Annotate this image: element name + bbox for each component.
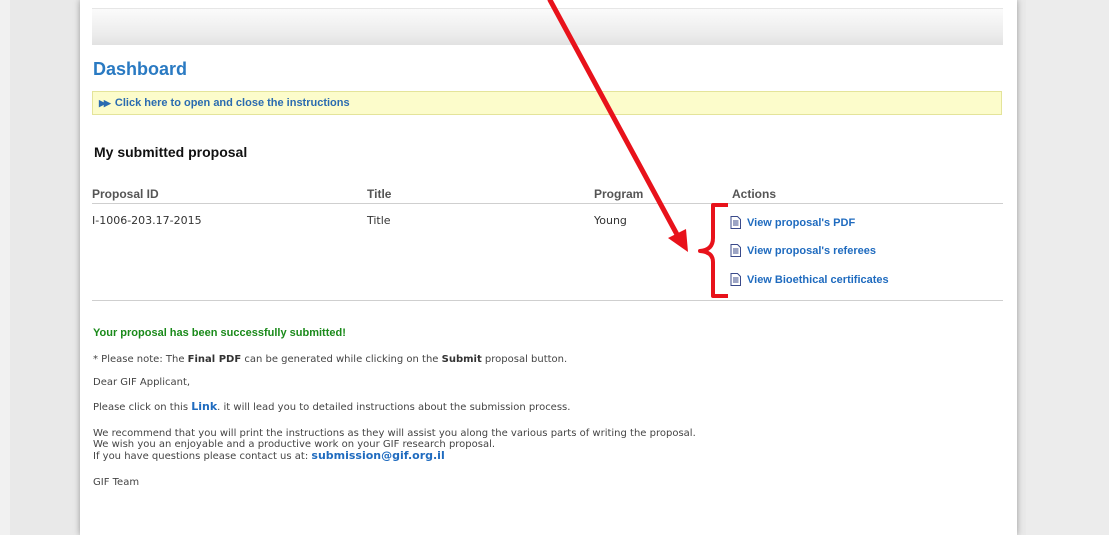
greeting-text: Dear GIF Applicant, xyxy=(93,377,191,388)
column-header-actions: Actions xyxy=(732,187,777,201)
note-middle: can be generated while clicking on the xyxy=(241,354,442,365)
proposal-id-cell: I-1006-203.17-2015 xyxy=(92,214,202,227)
note-final-pdf: Final PDF xyxy=(187,354,242,365)
note-suffix: proposal button. xyxy=(481,354,568,365)
row-divider xyxy=(92,300,1003,301)
document-icon xyxy=(730,244,741,257)
contact-email-link[interactable]: submission@gif.org.il xyxy=(311,449,444,462)
column-header-proposal-id: Proposal ID xyxy=(92,187,159,201)
view-referees-link[interactable]: View proposal's referees xyxy=(730,244,876,257)
contact-line: If you have questions please contact us … xyxy=(93,450,696,462)
recommend-line-1: We recommend that you will print the ins… xyxy=(93,428,696,439)
click-prefix: Please click on this xyxy=(93,402,192,413)
recommendation-text: We recommend that you will print the ins… xyxy=(93,428,696,462)
note-text: * Please note: The Final PDF can be gene… xyxy=(93,354,567,365)
page-background-right xyxy=(1026,0,1109,535)
note-prefix: * Please note: The xyxy=(93,354,188,365)
double-arrow-icon: ▶▶ xyxy=(99,98,111,108)
success-message: Your proposal has been successfully subm… xyxy=(93,327,346,339)
click-suffix: . it will lead you to detailed instructi… xyxy=(217,402,571,413)
instructions-link[interactable]: Link xyxy=(191,400,217,413)
view-pdf-link[interactable]: View proposal's PDF xyxy=(730,216,855,229)
header-divider xyxy=(92,203,1003,204)
signature-text: GIF Team xyxy=(93,477,140,488)
view-bioethical-label: View Bioethical certificates xyxy=(747,274,889,286)
column-header-title: Title xyxy=(367,187,392,201)
view-bioethical-link[interactable]: View Bioethical certificates xyxy=(730,273,889,286)
proposal-program-cell: Young xyxy=(594,214,627,227)
proposal-title-cell: Title xyxy=(367,214,391,227)
page-title: Dashboard xyxy=(93,59,188,79)
instructions-toggle-label: Click here to open and close the instruc… xyxy=(114,97,350,109)
header-bar xyxy=(92,8,1003,45)
instructions-toggle[interactable]: ▶▶ Click here to open and close the inst… xyxy=(92,91,1002,115)
view-referees-label: View proposal's referees xyxy=(747,245,876,257)
section-title: My submitted proposal xyxy=(94,144,248,160)
view-pdf-label: View proposal's PDF xyxy=(747,217,856,229)
document-icon xyxy=(730,273,741,286)
page-background-left xyxy=(0,0,10,535)
contact-prefix: If you have questions please contact us … xyxy=(93,451,312,462)
document-icon xyxy=(730,216,741,229)
main-content-panel: Dashboard ▶▶ Click here to open and clos… xyxy=(80,0,1017,535)
page-background-gutter-left xyxy=(10,0,80,535)
note-submit: Submit xyxy=(441,354,482,365)
instructions-link-text: Please click on this Link. it will lead … xyxy=(93,400,570,413)
column-header-program: Program xyxy=(594,187,644,201)
